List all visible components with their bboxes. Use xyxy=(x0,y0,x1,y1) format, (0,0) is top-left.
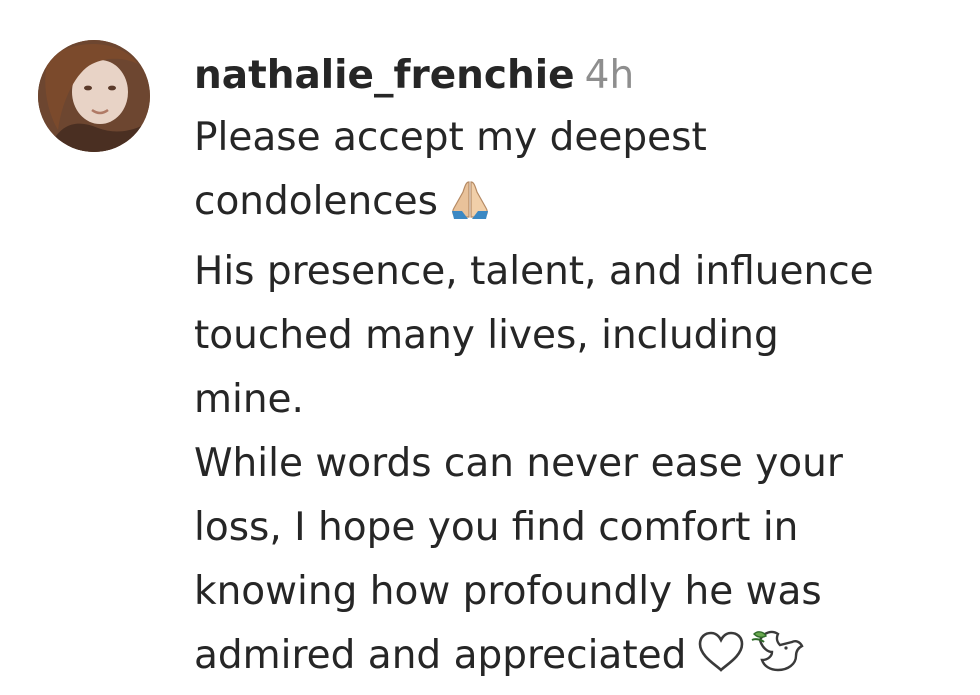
comment-line: knowing how profoundly he was xyxy=(194,569,822,614)
avatar[interactable] xyxy=(38,40,150,152)
user-avatar-photo-icon xyxy=(38,40,150,152)
comment-line: touched many lives, including xyxy=(194,313,779,358)
comment-line: While words can never ease your xyxy=(194,441,843,486)
folded-hands-icon xyxy=(448,176,492,240)
comment-line: condolences xyxy=(194,179,438,224)
comment-text: Please accept my deepest condolences His… xyxy=(194,106,964,694)
dove-icon xyxy=(750,626,806,694)
comment-body: nathalie_frenchie 4h Please accept my dee… xyxy=(194,46,964,694)
comment-line: His presence, talent, and influence xyxy=(194,249,874,294)
comment: nathalie_frenchie 4h Please accept my dee… xyxy=(0,0,980,695)
timestamp[interactable]: 4h xyxy=(585,53,635,98)
comment-header: nathalie_frenchie 4h xyxy=(194,46,964,106)
comment-line: Please accept my deepest xyxy=(194,115,707,160)
comment-line: admired and appreciated xyxy=(194,633,687,678)
comment-line-with-emoji: condolences xyxy=(194,170,964,240)
comment-line: loss, I hope you find comfort in xyxy=(194,505,799,550)
comment-line: mine. xyxy=(194,377,304,422)
comment-line-with-emoji: admired and appreciated xyxy=(194,624,964,694)
username-link[interactable]: nathalie_frenchie xyxy=(194,53,575,98)
white-heart-icon xyxy=(696,630,746,694)
